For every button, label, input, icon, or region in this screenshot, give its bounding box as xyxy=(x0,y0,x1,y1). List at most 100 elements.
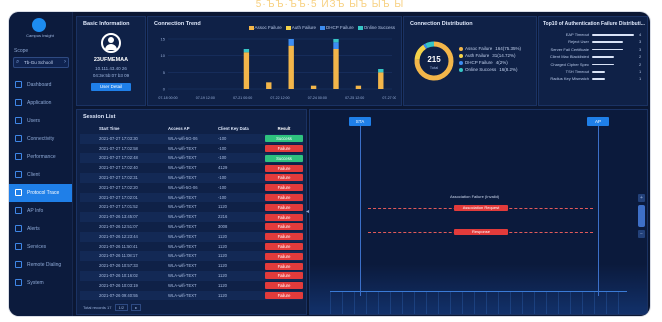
trend-bar[interactable] xyxy=(266,82,272,89)
sidebar-item-dashboard[interactable]: Dashboard xyxy=(9,76,72,94)
sidebar-item-alerts[interactable]: Alerts xyxy=(9,220,72,238)
user-name: 23UFMEMAA xyxy=(93,57,129,63)
trend-bar[interactable] xyxy=(288,45,294,89)
y-tick-label: 5 xyxy=(163,70,166,75)
sidebar-item-services[interactable]: Services xyxy=(9,238,72,256)
auth-failure-list: EAP Timeout 4 Reject User 3 Server Fail Cert… xyxy=(543,31,643,83)
user-detail-button[interactable]: User Detail xyxy=(91,83,131,91)
table-row[interactable]: 2021-07-27 17:02:58 WLA-wifi-TEXT -100 Fail… xyxy=(80,144,303,154)
table-row[interactable]: 2021-07-26 13:45:07 WLA-wifi-TEXT 2216 Fail… xyxy=(80,212,303,222)
sidebar-item-application[interactable]: Application xyxy=(9,94,72,112)
cell-key: 1120 xyxy=(218,243,228,249)
table-row[interactable]: 2021-07-26 12:23:44 WLA-wifi-TEXT 1120 Fail… xyxy=(80,231,303,242)
pager-next-button[interactable]: ▸ xyxy=(131,304,142,311)
flow-node-sta[interactable]: STA xyxy=(349,117,371,126)
sidebar-item-label: Alerts xyxy=(27,226,40,232)
column-header[interactable]: Access AP xyxy=(168,124,190,134)
column-header[interactable]: Result xyxy=(265,124,303,134)
table-row[interactable]: 2021-07-27 17:03:30 WLA-wifi-5G-06 -100 Suc… xyxy=(80,133,303,144)
flow-node-ap[interactable]: AP xyxy=(587,117,609,126)
auth-failure-row[interactable]: Charged Cipher Spec 2 xyxy=(543,61,643,68)
scope-selector[interactable]: ⌕ Tb-Gu Schooll › xyxy=(13,57,69,68)
table-row[interactable]: 2021-07-26 10:16:02 WLA-wifi-TEXT 1120 Fail… xyxy=(80,270,303,281)
auth-failure-row[interactable]: Server Fail Certificate 3 xyxy=(543,46,643,53)
status-badge: Success xyxy=(265,135,303,143)
auth-failure-row[interactable]: Reject User 3 xyxy=(543,38,643,45)
trend-bar[interactable] xyxy=(333,42,339,49)
auth-failure-row[interactable]: Client Mac Blacklisted 2 xyxy=(543,53,643,60)
trend-bar[interactable] xyxy=(310,85,317,89)
cell-ap: WLA-wifi-TEXT xyxy=(168,204,197,210)
sidebar-item-connectivity[interactable]: Connectivity xyxy=(9,130,72,148)
zoom-out-button[interactable]: − xyxy=(638,230,645,238)
table-row[interactable]: 2021-07-27 17:02:20 WLA-wifi-5G-06 -100 Fai… xyxy=(80,183,303,193)
sidebar-item-performance[interactable]: Performance xyxy=(9,148,72,166)
trend-bar[interactable] xyxy=(243,52,250,89)
cell-key: 1120 xyxy=(218,263,228,269)
sidebar-item-protocol-trace[interactable]: Protocol Trace xyxy=(9,184,72,202)
cell-key: -100 xyxy=(218,155,227,161)
y-tick-label: 0 xyxy=(163,87,166,92)
table-row[interactable]: 2021-07-26 12:51:07 WLA-wifi-TEXT 3008 Fail… xyxy=(80,222,303,232)
sidebar-item-remote-dialing[interactable]: Remote Dialing xyxy=(9,256,72,274)
trend-title: Connection Trend xyxy=(154,21,201,27)
legend-dot xyxy=(459,60,463,65)
table-row[interactable]: 2021-07-26 11:08:17 WLA-wifi-TEXT 1120 Fail… xyxy=(80,251,303,262)
column-header[interactable]: Client Key Data xyxy=(218,124,249,134)
table-row[interactable]: 2021-07-26 10:57:33 WLA-wifi-TEXT 1120 Fail… xyxy=(80,261,303,271)
legend-swatch xyxy=(357,25,363,30)
sidebar: Campus Insight Scope ⌕ Tb-Gu Schooll › D… xyxy=(9,12,73,316)
cell-ap: WLA-wifi-TEXT xyxy=(168,292,197,298)
legend-item[interactable]: Assoc Failure xyxy=(248,25,282,30)
cell-time: 2021-07-27 17:01:52 xyxy=(99,204,138,210)
auth-failure-row[interactable]: TSH Timeout 1 xyxy=(543,68,643,75)
table-row[interactable]: 2021-07-26 10:03:19 WLA-wifi-TEXT 1120 Fail… xyxy=(80,281,303,291)
sidebar-item-client[interactable]: Client xyxy=(9,166,72,184)
table-row[interactable]: 2021-07-27 17:02:31 WLA-wifi-TEXT -100 Fail… xyxy=(80,172,303,183)
cell-time: 2021-07-27 17:02:48 xyxy=(99,155,138,161)
trend-bar[interactable] xyxy=(378,69,384,73)
legend-item[interactable]: Auth Failure xyxy=(285,25,316,30)
auth-failure-label: Radius Key Mismatch xyxy=(550,76,589,82)
donut-slice[interactable] xyxy=(425,41,435,49)
trend-bar[interactable] xyxy=(288,39,294,46)
legend-item[interactable]: DHCP Failure xyxy=(320,25,354,30)
sidebar-item-users[interactable]: Users xyxy=(9,112,72,130)
trend-bar[interactable] xyxy=(243,49,250,53)
sidebar-item-label: Performance xyxy=(27,154,56,160)
x-tick-label: 07-19 12:00 xyxy=(196,96,215,100)
cell-ap: WLA-wifi-TEXT xyxy=(168,155,197,161)
table-row[interactable]: 2021-07-26 11:50:41 WLA-wifi-TEXT 1120 Fail… xyxy=(80,242,303,252)
flow-message-association[interactable]: Association Request xyxy=(454,205,508,211)
donut-slice[interactable] xyxy=(423,43,428,49)
flow-scroll-handle[interactable] xyxy=(638,205,645,227)
sidebar-item-label: System xyxy=(27,280,44,286)
legend-item[interactable]: Online Success xyxy=(357,25,395,30)
trend-bar[interactable] xyxy=(333,49,339,89)
zoom-in-button[interactable]: + xyxy=(638,194,645,202)
cell-time: 2021-07-26 12:23:44 xyxy=(99,233,138,239)
auth-failure-panel: Top10 of Authentication Failure Distribu… xyxy=(538,16,648,106)
donut-slice[interactable] xyxy=(414,44,427,61)
logo: Campus Insight xyxy=(15,18,65,44)
table-row[interactable]: 2021-07-27 17:01:52 WLA-wifi-TEXT 1120 Fail… xyxy=(80,202,303,212)
nav-icon xyxy=(15,81,22,88)
pager-page[interactable]: 1/2 xyxy=(114,304,129,311)
status-badge: Failure xyxy=(265,223,303,231)
trend-bar[interactable] xyxy=(333,39,339,43)
trend-bar[interactable] xyxy=(378,72,384,89)
sidebar-item-system[interactable]: System xyxy=(9,274,72,292)
cell-ap: WLA-wifi-TEXT xyxy=(168,272,197,278)
table-row[interactable]: 2021-07-27 17:02:01 WLA-wifi-TEXT -100 Fail… xyxy=(80,192,303,203)
x-tick-label: 07-21 00:00 xyxy=(233,96,252,100)
table-row[interactable]: 2021-07-26 09:40:55 WLA-wifi-TEXT 1120 Fail… xyxy=(80,290,303,301)
trend-bar[interactable] xyxy=(355,85,362,89)
auth-failure-row[interactable]: Radius Key Mismatch 1 xyxy=(543,75,643,82)
auth-failure-row[interactable]: EAP Timeout 4 xyxy=(543,31,643,38)
flow-message-response[interactable]: Response xyxy=(454,229,508,235)
table-row[interactable]: 2021-07-27 17:02:40 WLA-wifi-TEXT 4129 Fail… xyxy=(80,163,303,173)
table-row[interactable]: 2021-07-27 17:02:48 WLA-wifi-TEXT -100 Succ… xyxy=(80,153,303,164)
pagination: Total records 17 1/2 ▸ xyxy=(83,304,142,311)
column-header[interactable]: Start Time xyxy=(99,124,119,134)
sidebar-item-ap-info[interactable]: AP Info xyxy=(9,202,72,220)
